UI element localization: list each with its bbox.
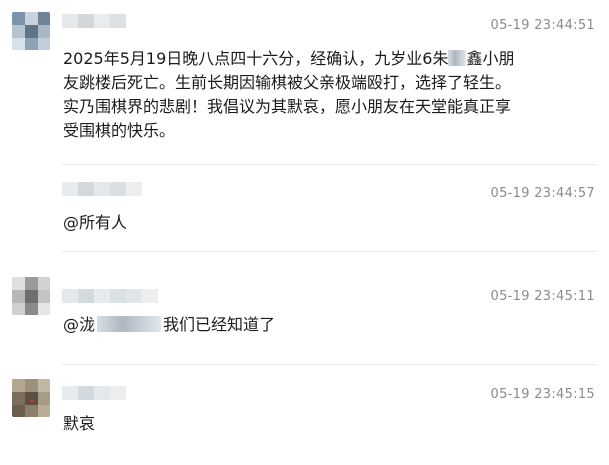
message-line: 实乃围棋界的悲剧！我倡议为其默哀，愿小朋友在天堂能真正享 xyxy=(63,97,512,116)
timestamp: 05-19 23:44:57 xyxy=(490,186,595,201)
message-text: 2025年5月19日晚八点四十六分，经确认，九岁业6朱 鑫小朋 友跳楼后死亡。生前… xyxy=(63,47,583,143)
message-line: 友跳楼后死亡。生前长期因输棋被父亲极端殴打，选择了轻生。 xyxy=(63,73,512,92)
chat-message: 05-19 23:45:11 @泷 我们已经知道了 xyxy=(0,252,609,362)
avatar[interactable] xyxy=(12,277,50,315)
sender-name xyxy=(62,289,158,303)
sender-name xyxy=(62,14,126,28)
message-line: 2025年5月19日晚八点四十六分，经确认，九岁业6朱 xyxy=(63,49,449,68)
chat-message: 05-19 23:44:51 2025年5月19日晚八点四十六分，经确认，九岁业… xyxy=(0,0,609,160)
blurred-name xyxy=(448,50,467,66)
message-line: 受围棋的快乐。 xyxy=(63,121,176,140)
timestamp: 05-19 23:45:11 xyxy=(490,289,595,304)
avatar[interactable] xyxy=(12,12,50,50)
message-text: 默哀 xyxy=(63,414,96,433)
timestamp: 05-19 23:45:15 xyxy=(490,387,595,402)
message-line: 我们已经知道了 xyxy=(163,315,276,334)
chat-message: 05-19 23:44:57 @所有人 xyxy=(0,165,609,250)
sender-name xyxy=(62,182,142,196)
message-text: @所有人 xyxy=(63,213,128,232)
sender-name xyxy=(62,386,126,400)
chat-message: 05-19 23:45:15 默哀 xyxy=(0,365,609,465)
message-line: 鑫小朋 xyxy=(466,49,515,68)
timestamp: 05-19 23:44:51 xyxy=(490,18,595,33)
avatar[interactable] xyxy=(12,379,50,417)
message-text: @泷 我们已经知道了 xyxy=(63,313,275,337)
blurred-name xyxy=(97,316,162,332)
mention-prefix: @泷 xyxy=(63,315,96,334)
